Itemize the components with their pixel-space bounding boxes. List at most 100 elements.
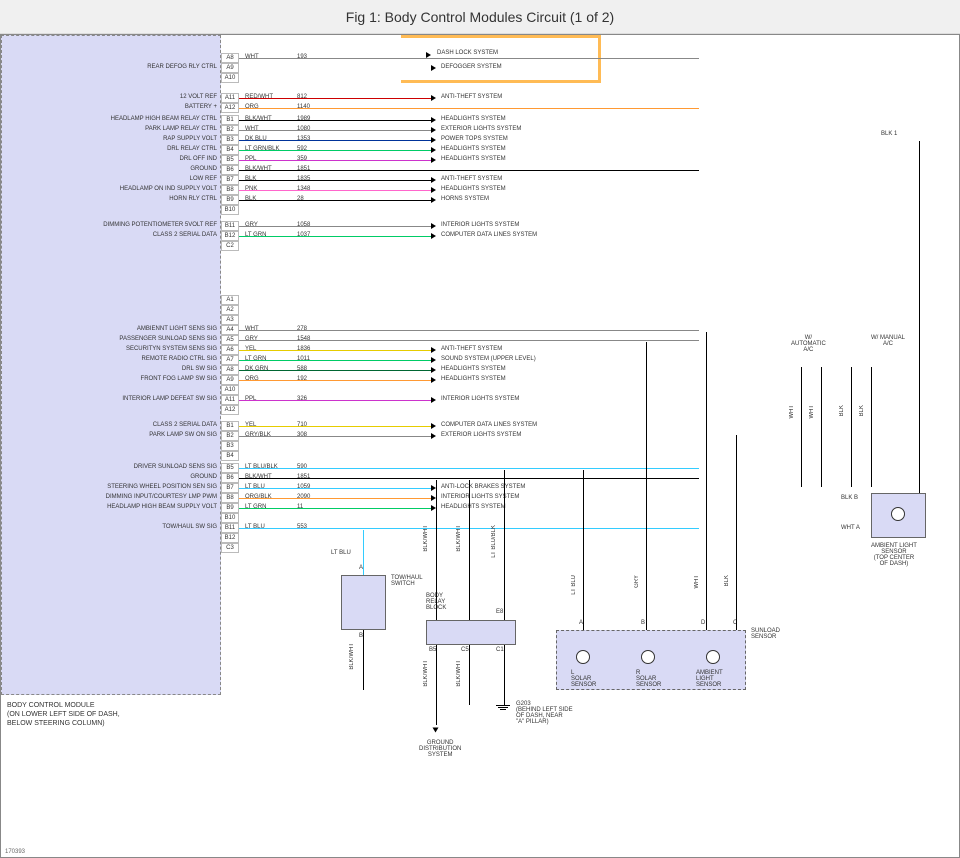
signal-B5: DRIVER SUNLOAD SENS SIG <box>134 464 217 470</box>
pin-B4: B4 <box>221 145 239 155</box>
signal-B1: CLASS 2 SERIAL DATA <box>153 422 217 428</box>
pin-A9: A9 <box>221 375 239 385</box>
brb-dn2: BLK/WHT <box>456 660 462 687</box>
color-A6: YEL <box>245 346 256 352</box>
arrow-B11 <box>431 223 436 229</box>
wire-sun-a <box>583 470 584 630</box>
wire-sun-c <box>736 435 737 630</box>
sun-vd: WHT <box>694 575 700 589</box>
wire-B7 <box>239 180 431 181</box>
wire-brb-b5-dn <box>436 645 437 725</box>
wire-sun-b <box>646 342 647 630</box>
pin-B12: B12 <box>221 231 239 241</box>
num-B7: 1059 <box>297 484 310 490</box>
sun-vb: GRY <box>634 575 640 588</box>
arrow-B4 <box>431 147 436 153</box>
pre-dest-1: DASH LOCK SYSTEM <box>437 50 498 56</box>
signal-B8: HEADLAMP ON IND SUPPLY VOLT <box>120 186 217 192</box>
pin-A10: A10 <box>221 73 239 83</box>
towhaul-switch <box>341 575 386 630</box>
color-B12: LT GRN <box>245 232 266 238</box>
color-B11: GRY <box>245 222 258 228</box>
color-B2: WHT <box>245 126 259 132</box>
pin-A8: A8 <box>221 53 239 63</box>
arrow-B7 <box>431 177 436 183</box>
arrow-A9 <box>431 65 436 71</box>
num-B11: 553 <box>297 524 307 530</box>
pin-A12: A12 <box>221 405 239 415</box>
bcm-module-box <box>1 35 221 695</box>
signal-B7: STEERING WHEEL POSITION SEN SIG <box>107 484 217 490</box>
wire-B2 <box>239 130 431 131</box>
num-B12: 1037 <box>297 232 310 238</box>
ground-symbol <box>496 705 510 711</box>
dest-A6: ANTI-THEFT SYSTEM <box>441 346 502 352</box>
color-B8: ORG/BLK <box>245 494 272 500</box>
ac-v4: BLK <box>859 405 865 416</box>
num-B5: 590 <box>297 464 307 470</box>
signal-B6: GROUND <box>190 474 217 480</box>
brb-dn1: BLK/WHT <box>423 660 429 687</box>
dest-B8: INTERIOR LIGHTS SYSTEM <box>441 494 519 500</box>
pin-A7: A7 <box>221 355 239 365</box>
color-A8: DK GRN <box>245 366 268 372</box>
ac-man-w2 <box>871 367 872 487</box>
num-B6: 1851 <box>297 474 310 480</box>
pin-C3: C3 <box>221 543 239 553</box>
pin-B10: B10 <box>221 513 239 523</box>
num-B6: 1851 <box>297 166 310 172</box>
ac-v1: WHT <box>789 405 795 419</box>
pin-B10: B10 <box>221 205 239 215</box>
num-A8: 588 <box>297 366 307 372</box>
brb-c5: C5 <box>461 647 469 653</box>
pin-B3: B3 <box>221 441 239 451</box>
wire-A11 <box>239 98 431 99</box>
pin-B9: B9 <box>221 503 239 513</box>
towhaul-label: TOW/HAUL SWITCH <box>391 575 423 587</box>
ac-auto-w2 <box>821 367 822 487</box>
arrow-A8 <box>431 367 436 373</box>
pin-B1: B1 <box>221 421 239 431</box>
ambient-label: AMBIENT LIGHT SENSOR (TOP CENTER OF DASH… <box>871 543 917 567</box>
revision-label: 170393 <box>5 849 25 855</box>
arrow-A11 <box>431 397 436 403</box>
wire-B5 <box>239 160 431 161</box>
pin-A4: A4 <box>221 325 239 335</box>
pin-A5: A5 <box>221 335 239 345</box>
color-A11: RED/WHT <box>245 94 273 100</box>
pin-B2: B2 <box>221 125 239 135</box>
dest-A11: ANTI-THEFT SYSTEM <box>441 94 502 100</box>
color-A9: ORG <box>245 376 259 382</box>
num-A8: 193 <box>297 54 307 60</box>
wire-A11 <box>239 400 431 401</box>
arrow-A9 <box>431 377 436 383</box>
signal-A5: PASSENGER SUNLOAD SENS SIG <box>119 336 217 342</box>
ac-v2: WHT <box>809 405 815 419</box>
wire-brb-1 <box>436 480 437 620</box>
wire-B9 <box>239 200 431 201</box>
wire-brb-c5-dn <box>469 645 470 705</box>
signal-B7: LOW REF <box>190 176 217 182</box>
brb-v3: LT BLU/BLK <box>491 525 497 558</box>
signal-B1: HEADLAMP HIGH BEAM RELAY CTRL <box>111 116 217 122</box>
signal-A8: DRL SW SIG <box>182 366 217 372</box>
wiring-diagram: A8WHT193REAR DEFOG RLY CTRLA9DEFOGGER SY… <box>0 34 960 858</box>
dest-A8: HEADLIGHTS SYSTEM <box>441 366 506 372</box>
num-B11: 1058 <box>297 222 310 228</box>
signal-B9: HEADLAMP HIGH BEAM SUPPLY VOLT <box>107 504 217 510</box>
dest-B9: HORNS SYSTEM <box>441 196 489 202</box>
color-B5: PPL <box>245 156 256 162</box>
wire-B7 <box>239 488 431 489</box>
ac-auto-w1 <box>801 367 802 487</box>
bcm-caption: BODY CONTROL MODULE (ON LOWER LEFT SIDE … <box>7 701 120 728</box>
num-B1: 710 <box>297 422 307 428</box>
wire-B2 <box>239 436 431 437</box>
num-B7: 1835 <box>297 176 310 182</box>
pin-B12: B12 <box>221 533 239 543</box>
num-A9: 192 <box>297 376 307 382</box>
wire-B12 <box>239 236 431 237</box>
color-B7: BLK <box>245 176 256 182</box>
dest-A7: SOUND SYSTEM (UPPER LEVEL) <box>441 356 536 362</box>
wire-towhaul-b <box>363 630 364 690</box>
color-B9: LT GRN <box>245 504 266 510</box>
